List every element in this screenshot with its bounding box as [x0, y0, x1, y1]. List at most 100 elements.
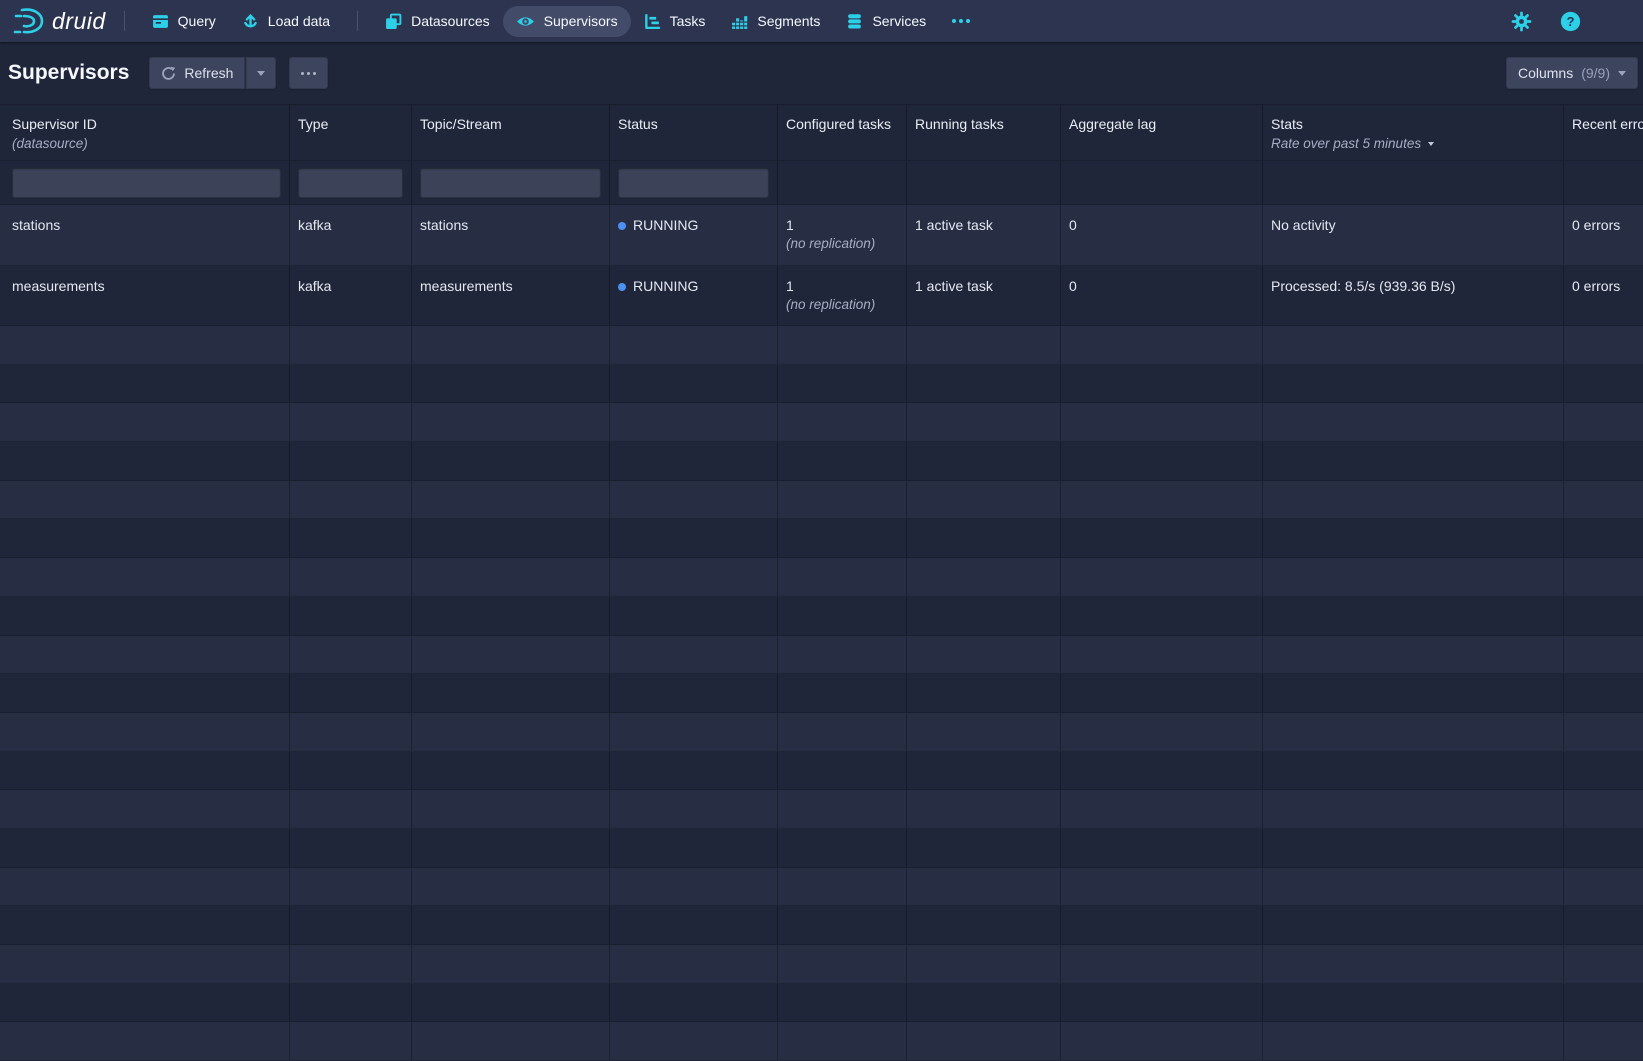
columns-label: Columns — [1518, 65, 1573, 81]
status-text: RUNNING — [633, 217, 698, 234]
nav-item-segments[interactable]: Segments — [718, 6, 833, 37]
nav-item-services[interactable]: Services — [833, 6, 939, 37]
eye-icon — [516, 15, 535, 28]
empty-table-row — [0, 906, 1643, 945]
cell-configured-tasks: 1 (no replication) — [778, 205, 907, 265]
stats-rate-selector[interactable]: Rate over past 5 minutes — [1271, 136, 1555, 152]
empty-table-row — [0, 945, 1643, 984]
gear-icon — [1511, 11, 1532, 32]
status-dot — [618, 222, 626, 230]
help-button[interactable]: ? — [1560, 11, 1581, 32]
column-header-supervisor-id[interactable]: Supervisor ID (datasource) — [0, 105, 290, 160]
empty-table-row — [0, 326, 1643, 365]
table-row-stations[interactable]: stations kafka stations RUNNING 1 (no re… — [0, 205, 1643, 266]
replication-note: (no replication) — [786, 235, 898, 252]
column-header-recent-errors[interactable]: Recent errors — [1564, 105, 1643, 160]
filter-input-status[interactable] — [618, 168, 769, 198]
empty-table-row — [0, 1022, 1643, 1061]
cell-supervisor-id: measurements — [0, 266, 290, 325]
nav-item-query[interactable]: Query — [139, 6, 229, 37]
empty-table-row — [0, 481, 1643, 520]
refresh-button[interactable]: Refresh — [149, 57, 245, 89]
cell-recent-errors: 0 errors — [1564, 266, 1643, 325]
more-actions-button[interactable] — [289, 57, 328, 89]
nav-item-tasks[interactable]: Tasks — [631, 6, 719, 37]
refresh-label: Refresh — [184, 65, 233, 81]
chevron-down-icon — [257, 71, 265, 76]
table-filter-row — [0, 161, 1643, 205]
column-header-aggregate-lag[interactable]: Aggregate lag — [1061, 105, 1263, 160]
segments-icon — [731, 13, 748, 30]
column-header-running-tasks[interactable]: Running tasks — [907, 105, 1061, 160]
empty-table-row — [0, 829, 1643, 868]
cell-type: kafka — [290, 266, 412, 325]
filter-input-topic-stream[interactable] — [420, 168, 601, 198]
chevron-down-icon — [1428, 142, 1434, 146]
cell-aggregate-lag: 0 — [1061, 205, 1263, 265]
cell-status: RUNNING — [610, 266, 778, 325]
druid-logo-icon — [12, 6, 46, 36]
column-header-status[interactable]: Status — [610, 105, 778, 160]
cell-recent-errors: 0 errors — [1564, 205, 1643, 265]
page-header: Supervisors Refresh Columns (9/9) — [0, 42, 1643, 105]
settings-gear-button[interactable] — [1511, 11, 1532, 32]
brand-wordmark: druid — [52, 8, 110, 35]
refresh-interval-button[interactable] — [245, 57, 276, 89]
empty-table-row — [0, 558, 1643, 597]
cell-running-tasks: 1 active task — [907, 205, 1061, 265]
load-data-icon — [242, 13, 259, 30]
ellipsis-icon — [952, 19, 970, 23]
empty-table-row — [0, 713, 1643, 752]
empty-table-row — [0, 984, 1643, 1023]
cell-aggregate-lag: 0 — [1061, 266, 1263, 325]
cell-stats: Processed: 8.5/s (939.36 B/s) — [1263, 266, 1564, 325]
nav-item-supervisors[interactable]: Supervisors — [503, 6, 631, 37]
column-header-configured-tasks[interactable]: Configured tasks — [778, 105, 907, 160]
datasources-icon — [385, 13, 402, 30]
nav-divider — [357, 11, 358, 31]
nav-item-label: Segments — [757, 13, 820, 29]
nav-item-label: Load data — [268, 13, 330, 29]
table-header-row: Supervisor ID (datasource) Type Topic/St… — [0, 105, 1643, 161]
services-icon — [846, 13, 863, 30]
nav-item-load-data[interactable]: Load data — [229, 6, 343, 37]
columns-picker-button[interactable]: Columns (9/9) — [1506, 57, 1638, 89]
nav-item-datasources[interactable]: Datasources — [372, 6, 503, 37]
nav-divider — [124, 11, 125, 31]
nav-item-label: Services — [872, 13, 926, 29]
nav-more-button[interactable] — [939, 6, 983, 37]
empty-table-row — [0, 442, 1643, 481]
column-header-topic-stream[interactable]: Topic/Stream — [412, 105, 610, 160]
supervisors-table: Supervisor ID (datasource) Type Topic/St… — [0, 105, 1643, 1061]
query-icon — [152, 13, 169, 30]
nav-item-label: Query — [178, 13, 216, 29]
filter-input-supervisor-id[interactable] — [12, 168, 281, 198]
nav-item-label: Tasks — [670, 13, 706, 29]
table-row-measurements[interactable]: measurements kafka measurements RUNNING … — [0, 266, 1643, 326]
column-header-stats[interactable]: Stats Rate over past 5 minutes — [1263, 105, 1564, 160]
filter-input-type[interactable] — [298, 168, 403, 198]
table-body: stations kafka stations RUNNING 1 (no re… — [0, 205, 1643, 1061]
cell-type: kafka — [290, 205, 412, 265]
column-header-type[interactable]: Type — [290, 105, 412, 160]
status-text: RUNNING — [633, 278, 698, 295]
cell-status: RUNNING — [610, 205, 778, 265]
empty-table-row — [0, 597, 1643, 636]
navbar: druid Query Load data — [0, 0, 1643, 42]
status-dot — [618, 283, 626, 291]
replication-note: (no replication) — [786, 296, 898, 313]
empty-table-row — [0, 868, 1643, 907]
empty-table-row — [0, 365, 1643, 404]
cell-stats: No activity — [1263, 205, 1564, 265]
chevron-down-icon — [1618, 71, 1626, 76]
tasks-icon — [644, 13, 661, 30]
refresh-split-button: Refresh — [149, 57, 276, 89]
refresh-icon — [161, 66, 176, 81]
cell-supervisor-id: stations — [0, 205, 290, 265]
help-icon: ? — [1560, 11, 1581, 32]
empty-table-row — [0, 790, 1643, 829]
brand[interactable]: druid — [12, 6, 110, 36]
columns-count: (9/9) — [1581, 65, 1610, 81]
cell-running-tasks: 1 active task — [907, 266, 1061, 325]
cell-topic-stream: stations — [412, 205, 610, 265]
